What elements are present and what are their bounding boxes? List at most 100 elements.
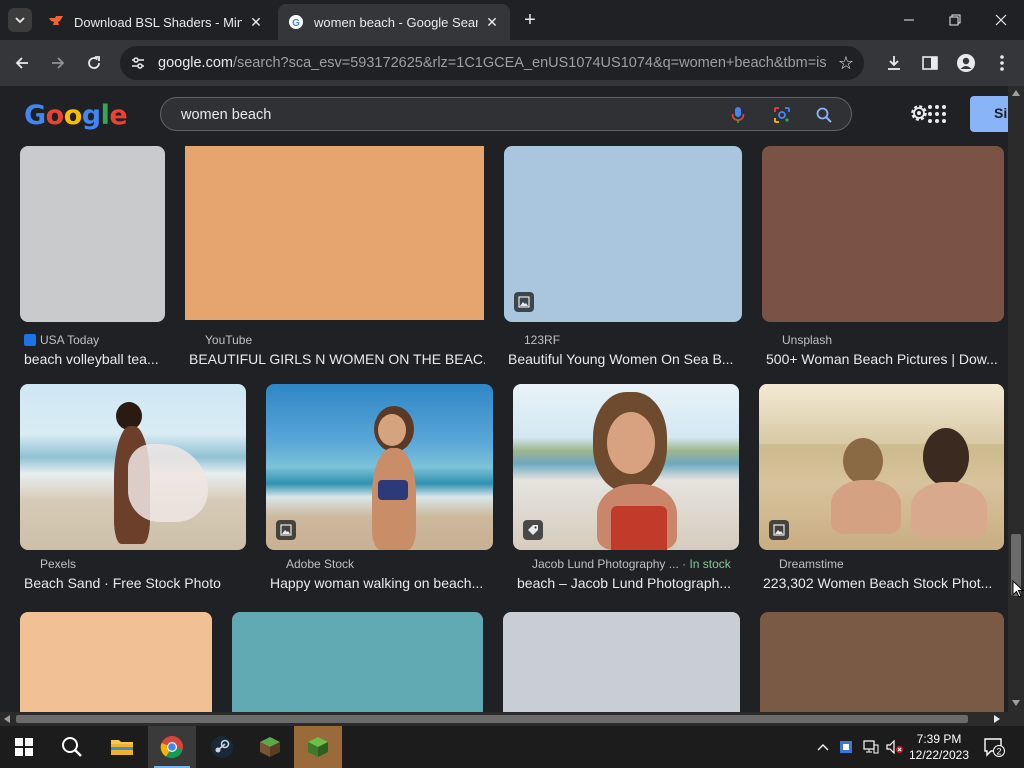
taskbar-chrome[interactable]	[148, 726, 196, 768]
reload-button[interactable]	[80, 50, 108, 76]
result-thumbnail[interactable]	[266, 384, 493, 550]
result-caption[interactable]: beach – Jacob Lund Photograph...	[517, 575, 739, 591]
profile-button[interactable]	[955, 52, 977, 74]
result-thumbnail[interactable]	[20, 146, 165, 322]
taskbar-file-explorer[interactable]	[98, 726, 146, 768]
google-lens-icon[interactable]	[773, 106, 791, 124]
result-caption[interactable]: Beach Sand · Free Stock Photo	[24, 575, 246, 591]
taskbar-minecraft-launcher[interactable]	[246, 726, 294, 768]
settings-gear-icon[interactable]	[908, 102, 930, 124]
show-hidden-icons-button[interactable]	[814, 726, 832, 768]
folder-icon	[111, 740, 133, 755]
result-thumbnail[interactable]	[232, 612, 483, 712]
site-info-icon[interactable]	[128, 53, 148, 73]
google-header: Google women beach Si	[0, 86, 1016, 142]
chrome-icon	[160, 736, 183, 759]
minecraft-grass-block-icon	[260, 737, 280, 757]
search-box[interactable]: women beach	[160, 97, 852, 131]
search-icon	[62, 737, 82, 757]
result-thumbnail[interactable]	[20, 384, 246, 550]
windows-logo-icon	[15, 738, 33, 756]
tab-google-search[interactable]: G women beach - Google Search ✕	[278, 4, 510, 40]
address-bar[interactable]: google.com/search?sca_esv=593172625&rlz=…	[120, 46, 864, 80]
notification-center-button[interactable]: 2	[980, 726, 1008, 768]
image-result[interactable]: YouTube BEAUTIFUL GIRLS N WOMEN ON THE B…	[185, 146, 485, 376]
result-caption[interactable]: Happy woman walking on beach...	[270, 575, 492, 591]
photo-subject	[378, 480, 408, 500]
clock-time: 7:39 PM	[916, 732, 962, 746]
reload-icon	[88, 56, 100, 69]
result-thumbnail[interactable]	[20, 612, 212, 712]
download-icon	[888, 56, 900, 70]
vertical-scrollbar[interactable]	[1008, 86, 1024, 712]
result-thumbnail[interactable]	[503, 612, 740, 712]
tab-title: women beach - Google Search	[314, 14, 478, 30]
result-caption[interactable]: beach volleyball tea...	[24, 351, 166, 367]
result-thumbnail[interactable]	[185, 146, 484, 320]
shopping-tag-icon	[523, 520, 543, 540]
scrollbar-corner	[1008, 712, 1024, 726]
image-badge-icon	[514, 292, 534, 312]
close-icon	[995, 14, 1007, 26]
image-badge-icon	[276, 520, 296, 540]
windows-taskbar: 7:39 PM 12/22/2023 2	[0, 726, 1024, 768]
photo-subject	[923, 428, 969, 486]
result-source: Unsplash	[782, 333, 833, 347]
google-apps-icon[interactable]	[928, 105, 946, 123]
url-text: google.com/search?sca_esv=593172625&rlz=…	[158, 55, 826, 71]
tab-search-button[interactable]	[8, 8, 32, 32]
scroll-left-icon[interactable]	[4, 715, 10, 723]
downloads-button[interactable]	[883, 52, 905, 74]
volume-button[interactable]	[884, 726, 906, 768]
taskbar-clock[interactable]: 7:39 PM 12/22/2023	[908, 731, 970, 763]
result-thumbnail[interactable]	[504, 146, 742, 322]
google-g-icon: G	[288, 14, 304, 30]
side-panel-button[interactable]	[919, 52, 941, 74]
result-thumbnail[interactable]	[762, 146, 1004, 322]
taskbar-minecraft[interactable]	[294, 726, 342, 768]
close-icon[interactable]: ✕	[248, 14, 264, 30]
search-input[interactable]: women beach	[181, 107, 271, 123]
tab-bsl-shaders[interactable]: Download BSL Shaders - Minec ✕	[38, 4, 274, 40]
result-caption[interactable]: BEAUTIFUL GIRLS N WOMEN ON THE BEAC...	[189, 351, 485, 367]
image-result[interactable]: 123RF Beautiful Young Women On Sea B...	[504, 146, 742, 376]
new-tab-button[interactable]: +	[518, 9, 542, 33]
result-thumbnail[interactable]	[513, 384, 739, 550]
photo-background	[759, 384, 1004, 444]
microphone-icon[interactable]	[729, 106, 747, 124]
close-window-button[interactable]	[978, 0, 1024, 40]
avatar-icon	[957, 54, 975, 72]
network-button[interactable]	[860, 726, 882, 768]
scroll-right-icon[interactable]	[994, 715, 1000, 723]
result-caption[interactable]: Beautiful Young Women On Sea B...	[508, 351, 742, 367]
scroll-down-icon[interactable]	[1012, 700, 1020, 706]
result-source: Pexels	[40, 557, 77, 571]
restore-button[interactable]	[932, 0, 978, 40]
volume-muted-icon	[886, 740, 903, 754]
photo-subject	[128, 444, 208, 522]
photo-subject	[378, 414, 406, 446]
scrollbar-thumb[interactable]	[16, 715, 968, 723]
svg-text:G: G	[292, 18, 300, 29]
close-icon[interactable]: ✕	[484, 14, 500, 30]
back-button[interactable]	[8, 50, 36, 76]
result-caption[interactable]: 500+ Woman Beach Pictures | Dow...	[766, 351, 1004, 367]
scroll-up-icon[interactable]	[1012, 90, 1020, 96]
taskbar-steam[interactable]	[198, 726, 246, 768]
bookmark-star-icon[interactable]: ☆	[838, 53, 854, 74]
image-result[interactable]: USA Today beach volleyball tea...	[20, 146, 166, 376]
tray-app-icon	[840, 741, 852, 753]
forward-button[interactable]	[44, 50, 72, 76]
horizontal-scrollbar[interactable]	[0, 712, 1008, 726]
result-caption[interactable]: 223,302 Women Beach Stock Phot...	[763, 575, 1001, 591]
browser-menu-button[interactable]	[991, 52, 1013, 74]
search-icon[interactable]	[815, 106, 833, 124]
google-logo[interactable]: Google	[24, 100, 128, 131]
tray-app-icon[interactable]	[836, 726, 856, 768]
start-button[interactable]	[0, 726, 48, 768]
taskbar-search-button[interactable]	[48, 726, 96, 768]
result-thumbnail[interactable]	[760, 612, 1004, 712]
result-thumbnail[interactable]	[759, 384, 1004, 550]
image-result[interactable]: Unsplash 500+ Woman Beach Pictures | Dow…	[762, 146, 1004, 376]
minimize-button[interactable]	[886, 0, 932, 40]
